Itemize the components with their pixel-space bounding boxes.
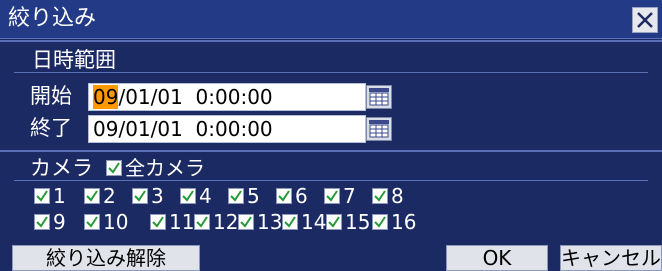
check-icon [152, 216, 164, 228]
close-button[interactable] [632, 7, 658, 33]
check-icon [196, 216, 208, 228]
camera-9-checkbox[interactable]: 9 [34, 210, 66, 234]
camera-4-checkbox[interactable]: 4 [180, 184, 212, 208]
camera-7-checkbox[interactable]: 7 [324, 184, 356, 208]
checkbox-box[interactable] [324, 188, 340, 204]
camera-15-checkbox[interactable]: 15 [326, 210, 370, 234]
title-separator [0, 40, 662, 42]
filter-dialog: 絞り込み 日時範囲 開始 09/01/01 0:00:00 終了 09/01/0… [0, 0, 662, 271]
checkbox-box[interactable] [372, 188, 388, 204]
camera-label: 5 [247, 184, 260, 208]
camera-label: 13 [257, 210, 283, 234]
title-bar: 絞り込み [0, 0, 662, 39]
check-icon [86, 190, 98, 202]
camera-label: 15 [345, 210, 371, 234]
checkbox-box[interactable] [372, 214, 388, 230]
dialog-title: 絞り込み [8, 6, 97, 31]
calendar-icon [369, 120, 389, 138]
start-datetime-rest: /01/01 0:00:00 [118, 85, 273, 109]
camera-3-checkbox[interactable]: 3 [132, 184, 164, 208]
camera-label: 12 [213, 210, 239, 234]
check-icon [134, 190, 146, 202]
camera-section-heading: カメラ [30, 156, 93, 180]
checkbox-box[interactable] [194, 214, 210, 230]
checkbox-box[interactable] [180, 188, 196, 204]
camera-10-checkbox[interactable]: 10 [84, 210, 128, 234]
checkbox-box[interactable] [326, 214, 342, 230]
end-calendar-button[interactable] [366, 117, 392, 141]
check-icon [374, 190, 386, 202]
check-icon [284, 216, 296, 228]
cancel-button[interactable]: キャンセル [560, 245, 662, 271]
camera-label: 3 [151, 184, 164, 208]
camera-11-checkbox[interactable]: 11 [150, 210, 194, 234]
start-year-segment[interactable]: 09 [93, 85, 119, 109]
camera-label: 9 [53, 210, 66, 234]
checkbox-box[interactable] [84, 214, 100, 230]
check-icon [36, 190, 48, 202]
start-label: 開始 [30, 84, 72, 108]
check-icon [328, 216, 340, 228]
check-icon [374, 216, 386, 228]
check-icon [326, 190, 338, 202]
camera-2-checkbox[interactable]: 2 [84, 184, 116, 208]
all-cameras-checkbox[interactable]: 全カメラ [106, 156, 205, 180]
camera-label: 6 [295, 184, 308, 208]
end-datetime-field[interactable]: 09/01/01 0:00:00 [88, 115, 366, 143]
close-icon [637, 12, 653, 28]
all-cameras-label: 全カメラ [125, 156, 205, 180]
datetime-section-heading: 日時範囲 [32, 48, 116, 72]
check-icon [278, 190, 290, 202]
checkbox-box[interactable] [106, 160, 122, 176]
section-divider [0, 150, 662, 152]
end-label: 終了 [30, 116, 72, 140]
ok-button[interactable]: OK [446, 245, 548, 271]
check-icon [230, 190, 242, 202]
checkbox-box[interactable] [238, 214, 254, 230]
camera-12-checkbox[interactable]: 12 [194, 210, 238, 234]
camera-8-checkbox[interactable]: 8 [372, 184, 404, 208]
camera-label: 16 [391, 210, 417, 234]
camera-label: 4 [199, 184, 212, 208]
camera-label: 14 [301, 210, 327, 234]
camera-13-checkbox[interactable]: 13 [238, 210, 282, 234]
camera-label: 10 [103, 210, 129, 234]
camera-5-checkbox[interactable]: 5 [228, 184, 260, 208]
checkbox-box[interactable] [282, 214, 298, 230]
camera-1-checkbox[interactable]: 1 [34, 184, 66, 208]
checkbox-box[interactable] [132, 188, 148, 204]
checkbox-box[interactable] [150, 214, 166, 230]
clear-filter-button[interactable]: 絞り込み解除 [12, 245, 200, 271]
camera-6-checkbox[interactable]: 6 [276, 184, 308, 208]
check-icon [240, 216, 252, 228]
camera-heading-underline [14, 180, 648, 181]
check-icon [86, 216, 98, 228]
start-datetime-field[interactable]: 09/01/01 0:00:00 [88, 83, 366, 111]
check-icon [182, 190, 194, 202]
checkbox-box[interactable] [34, 214, 50, 230]
camera-label: 2 [103, 184, 116, 208]
camera-16-checkbox[interactable]: 16 [372, 210, 416, 234]
end-datetime-value: 09/01/01 0:00:00 [93, 117, 273, 141]
calendar-icon [369, 88, 389, 106]
camera-14-checkbox[interactable]: 14 [282, 210, 326, 234]
checkbox-box[interactable] [276, 188, 292, 204]
check-icon [36, 216, 48, 228]
datetime-heading-underline [14, 72, 648, 73]
camera-label: 7 [343, 184, 356, 208]
checkbox-box[interactable] [228, 188, 244, 204]
camera-label: 1 [53, 184, 66, 208]
check-icon [108, 162, 120, 174]
camera-label: 8 [391, 184, 404, 208]
start-calendar-button[interactable] [366, 85, 392, 109]
checkbox-box[interactable] [84, 188, 100, 204]
camera-label: 11 [169, 210, 195, 234]
checkbox-box[interactable] [34, 188, 50, 204]
